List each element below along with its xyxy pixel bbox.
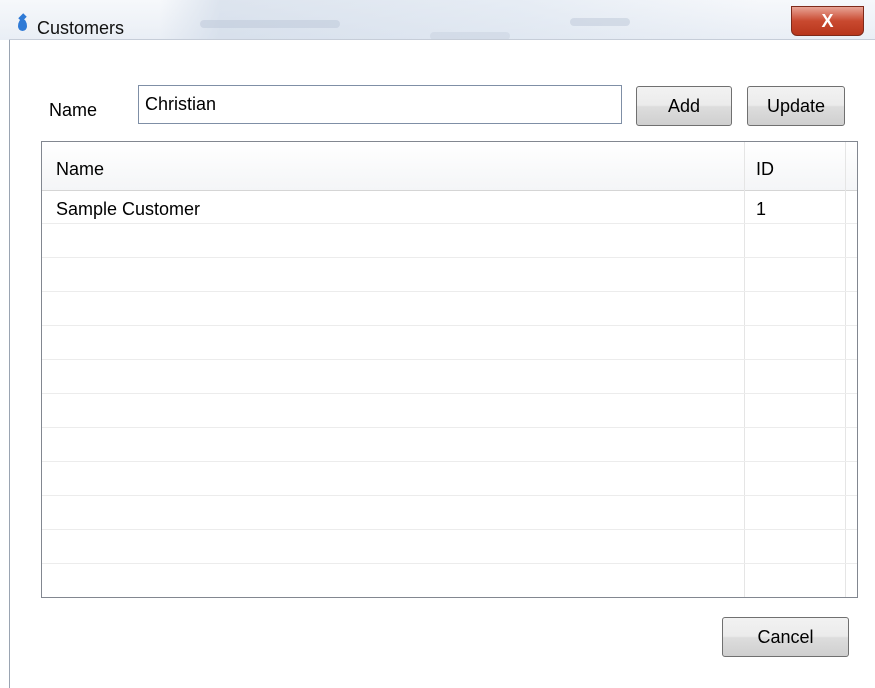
empty-row — [42, 326, 857, 360]
cell-id: 1 — [756, 199, 767, 219]
blurred-background — [160, 0, 760, 40]
empty-row — [42, 462, 857, 496]
add-button[interactable]: Add — [636, 86, 732, 126]
empty-row — [42, 360, 857, 394]
empty-row — [42, 530, 857, 564]
empty-row — [42, 258, 857, 292]
empty-row — [42, 564, 857, 597]
client-area-top-border — [9, 39, 875, 40]
empty-row — [42, 428, 857, 462]
update-button[interactable]: Update — [747, 86, 845, 126]
empty-row — [42, 394, 857, 428]
empty-row — [42, 292, 857, 326]
table-row[interactable]: Sample Customer 1 — [42, 190, 857, 224]
empty-row — [42, 224, 857, 258]
customers-list[interactable]: Name ID Sample Customer 1 — [41, 141, 858, 598]
cancel-button[interactable]: Cancel — [722, 617, 849, 657]
cell-name: Sample Customer — [56, 199, 201, 219]
list-header: Name ID — [42, 142, 857, 191]
water-drop-icon — [18, 19, 27, 31]
title-bar: Customers X — [0, 0, 875, 40]
client-area-left-border — [9, 40, 10, 688]
close-button[interactable]: X — [791, 6, 864, 36]
column-header-name[interactable]: Name — [56, 142, 104, 190]
column-header-id[interactable]: ID — [756, 142, 774, 190]
window-title: Customers — [37, 18, 125, 38]
name-input[interactable] — [138, 85, 622, 124]
empty-row — [42, 496, 857, 530]
name-label: Name — [49, 100, 98, 120]
